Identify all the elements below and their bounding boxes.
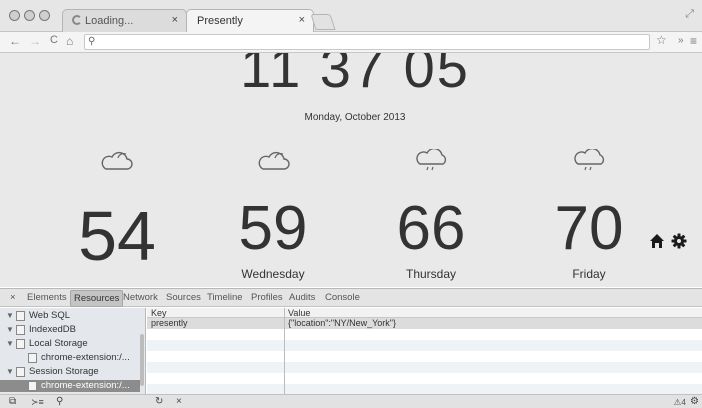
new-tab-button[interactable]	[310, 14, 336, 30]
empty-row	[147, 384, 702, 394]
expand-triangle-icon[interactable]: ▼	[6, 325, 14, 334]
expand-triangle-icon[interactable]: ▼	[6, 339, 14, 348]
tree-item-web-sql[interactable]: ▼ Web SQL	[0, 310, 140, 322]
tree-item-session-storage-origin[interactable]: chrome-extension:/...	[0, 380, 140, 392]
column-divider[interactable]	[284, 308, 285, 394]
tree-item-local-storage-origin[interactable]: chrome-extension:/...	[0, 352, 140, 364]
storage-grid-icon	[16, 367, 25, 377]
cloud-icon	[101, 151, 133, 170]
tree-item-label: chrome-extension:/...	[41, 380, 130, 391]
devtools-tab-bar: × Elements Resources Network Sources Tim…	[0, 289, 702, 307]
storage-grid-icon	[28, 353, 37, 363]
close-window-button[interactable]	[9, 10, 20, 21]
sidebar-scrollbar[interactable]	[140, 334, 144, 386]
tab-resources[interactable]: Resources	[70, 290, 124, 307]
database-icon	[16, 325, 25, 335]
column-header-value[interactable]: Value	[288, 308, 310, 318]
tab-profiles[interactable]: Profiles	[251, 292, 283, 303]
tree-item-label: chrome-extension:/...	[41, 352, 130, 363]
show-console-icon[interactable]: ≻≡	[31, 397, 44, 408]
tree-item-local-storage[interactable]: ▼ Local Storage	[0, 338, 140, 350]
expand-triangle-icon[interactable]: ▼	[6, 311, 14, 320]
bookmark-star-icon[interactable]: ☆	[656, 33, 667, 47]
browser-toolbar: ← → C ⌂ ⚲ ☆ » ≡	[0, 32, 702, 53]
home-icon[interactable]	[649, 233, 665, 249]
settings-gear-icon[interactable]: ⚙	[690, 396, 699, 407]
tree-item-label: Local Storage	[29, 338, 88, 349]
expand-triangle-icon[interactable]: ▼	[6, 367, 14, 376]
temperature-day-2: 59	[238, 194, 308, 263]
cell-value: {"location":"NY/New_York"}	[288, 318, 397, 328]
empty-row	[147, 340, 702, 351]
cell-key: presently	[151, 318, 188, 328]
devtools-status-bar: ⧉ ≻≡ ⚲ ↻ × ⚠4 ⚙	[0, 394, 702, 408]
page-content: 11 37 05 Monday, October 2013 54 59 66 7…	[0, 53, 702, 287]
temperature-day-3: 66	[396, 194, 466, 263]
extensions-overflow-button[interactable]: »	[678, 35, 684, 46]
resources-sidebar: ▼ Web SQL ▼ IndexedDB ▼ Local Storage ch…	[0, 308, 146, 394]
dock-side-icon[interactable]: ⧉	[9, 396, 16, 407]
tab-elements[interactable]: Elements	[27, 292, 67, 303]
clock-time: 11 37 05	[240, 53, 470, 99]
tab-sources[interactable]: Sources	[166, 292, 201, 303]
grid-header: Key Value	[147, 308, 702, 318]
reload-button[interactable]: C	[50, 34, 58, 46]
tab-console[interactable]: Console	[325, 292, 360, 303]
refresh-icon[interactable]: ↻	[155, 396, 163, 407]
minimize-window-button[interactable]	[24, 10, 35, 21]
database-icon	[16, 311, 25, 321]
tree-item-indexeddb[interactable]: ▼ IndexedDB	[0, 324, 140, 336]
home-button[interactable]: ⌂	[66, 34, 73, 48]
rain-cloud-icon	[574, 149, 605, 171]
day-label: Friday	[572, 267, 606, 281]
maximize-window-button[interactable]	[39, 10, 50, 21]
tree-item-label: Session Storage	[29, 366, 99, 377]
empty-row	[147, 362, 702, 373]
cloud-icon	[258, 151, 290, 170]
close-devtools-icon[interactable]: ×	[10, 292, 16, 303]
rain-cloud-icon	[416, 149, 447, 171]
tab-audits[interactable]: Audits	[289, 292, 315, 303]
back-button[interactable]: ←	[9, 34, 21, 48]
fullscreen-icon[interactable]: ⤢	[685, 8, 694, 21]
menu-icon[interactable]: ≡	[690, 34, 697, 48]
forward-button[interactable]: →	[29, 34, 41, 48]
temperature-today: 54	[78, 197, 156, 275]
tree-item-session-storage[interactable]: ▼ Session Storage	[0, 366, 140, 378]
address-bar[interactable]: ⚲	[84, 34, 650, 50]
day-label: Wednesday	[241, 267, 305, 281]
search-icon: ⚲	[88, 36, 96, 47]
temperature-day-4: 70	[554, 194, 624, 263]
delete-icon[interactable]: ×	[176, 396, 182, 407]
close-tab-icon[interactable]: ×	[172, 14, 178, 26]
tab-network[interactable]: Network	[123, 292, 158, 303]
tree-item-label: Web SQL	[29, 310, 71, 321]
close-tab-icon[interactable]: ×	[299, 14, 305, 26]
devtools-panel: × Elements Resources Network Sources Tim…	[0, 288, 702, 408]
tab-loading[interactable]: Loading... ×	[62, 9, 187, 32]
tab-strip: Loading... × Presently × ⤢	[0, 0, 702, 32]
storage-grid-icon	[16, 339, 25, 349]
table-row[interactable]: presently {"location":"NY/New_York"}	[147, 318, 702, 329]
gear-icon[interactable]	[671, 233, 687, 249]
column-header-key[interactable]: Key	[151, 308, 167, 318]
storage-data-grid: Key Value presently {"location":"NY/New_…	[147, 308, 702, 394]
storage-grid-icon	[28, 381, 37, 391]
tab-timeline[interactable]: Timeline	[207, 292, 243, 303]
day-label: Thursday	[405, 267, 457, 281]
search-icon[interactable]: ⚲	[56, 396, 63, 407]
loading-spinner-icon	[72, 15, 82, 25]
tab-presently[interactable]: Presently ×	[186, 9, 314, 32]
clock-date: Monday, October 2013	[304, 112, 406, 123]
warning-count-badge[interactable]: ⚠4	[674, 397, 686, 408]
tree-item-label: IndexedDB	[29, 324, 77, 335]
